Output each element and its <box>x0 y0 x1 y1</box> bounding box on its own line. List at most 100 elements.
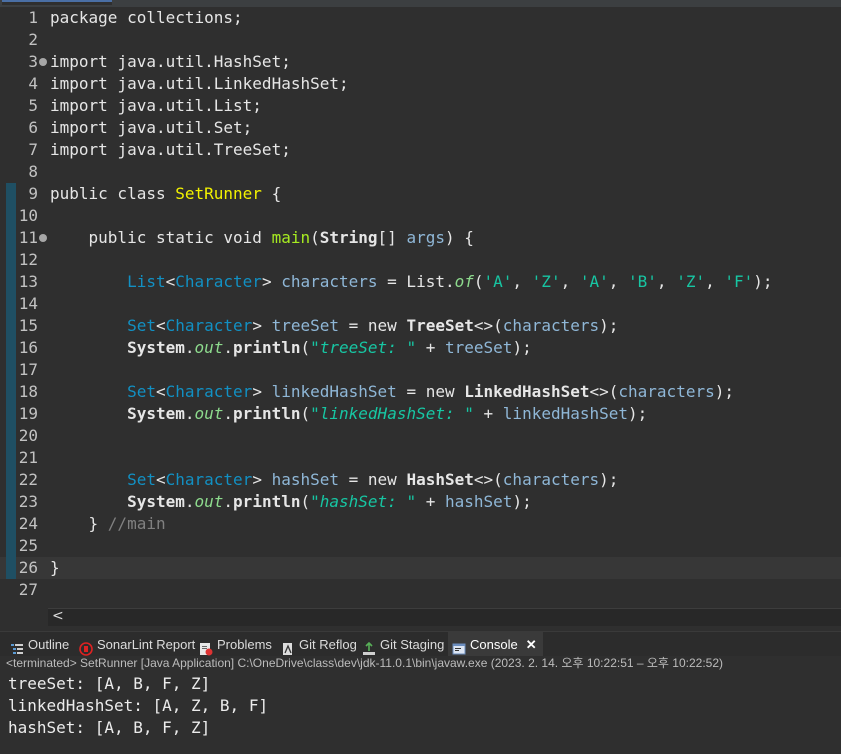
code-token: ( <box>310 228 320 247</box>
tab-console[interactable]: Console ✕ <box>448 632 543 657</box>
code-line[interactable]: 14 <box>0 293 841 315</box>
problems-icon <box>199 639 213 656</box>
code-token: > <box>252 470 272 489</box>
view-tab-bar: Outline SonarLint Report Problems Git Reflo… <box>0 631 841 657</box>
code-token: out <box>194 338 224 357</box>
code-token: System <box>127 338 185 357</box>
code-token: 'F' <box>724 272 754 291</box>
code-token: < <box>165 272 176 291</box>
tab-git-reflog[interactable]: Git Reflog <box>281 632 357 657</box>
code-line[interactable]: 7 import java.util.TreeSet; <box>0 139 841 161</box>
code-line[interactable]: 18 Set<Character> linkedHashSet = new Li… <box>0 381 841 403</box>
outline-icon <box>10 639 24 654</box>
code-token: 'Z' <box>676 272 706 291</box>
code-line[interactable]: 12 <box>0 249 841 271</box>
code-line[interactable]: 27 <box>0 579 841 601</box>
close-icon[interactable]: ✕ <box>526 637 537 652</box>
tab-sonarlint[interactable]: SonarLint Report <box>79 632 195 657</box>
line-number: 20 <box>18 426 38 445</box>
code-line[interactable]: 6 import java.util.Set; <box>0 117 841 139</box>
code-token: Character <box>175 272 262 291</box>
code-line[interactable]: 8 <box>0 161 841 183</box>
code-text: System.out.println("linkedHashSet: " + l… <box>50 403 647 425</box>
code-token: import <box>50 140 118 159</box>
editor-tab[interactable] <box>2 0 112 5</box>
code-line[interactable]: 15 Set<Character> treeSet = new TreeSet<… <box>0 315 841 337</box>
line-number: 5 <box>28 96 38 115</box>
code-line[interactable]: 13 List<Character> characters = List.of(… <box>0 271 841 293</box>
code-line[interactable]: 25 <box>0 535 841 557</box>
code-token: 'B' <box>628 272 657 291</box>
code-token: . <box>184 492 195 511</box>
code-token: + <box>416 492 445 511</box>
code-line[interactable]: 20 <box>0 425 841 447</box>
code-text: import java.util.Set; <box>50 117 252 139</box>
code-line[interactable]: 17 <box>0 359 841 381</box>
code-token: < <box>155 382 166 401</box>
code-editor[interactable]: 1 package collections; 2 3 import java.util.… <box>0 7 841 608</box>
code-line[interactable]: 11 public static void main(String[] args… <box>0 227 841 249</box>
code-token: package <box>50 8 128 27</box>
line-number: 27 <box>18 580 38 599</box>
tab-label: SonarLint Report <box>97 637 196 652</box>
code-line[interactable]: 16 System.out.println("treeSet: " + tree… <box>0 337 841 359</box>
fold-toggle-icon[interactable] <box>39 58 47 66</box>
line-number: 1 <box>28 8 38 27</box>
code-token: Character <box>165 382 253 401</box>
code-token: 'A' <box>483 272 513 291</box>
code-line[interactable]: 19 System.out.println("linkedHashSet: " … <box>0 403 841 425</box>
code-line[interactable]: 5 import java.util.List; <box>0 95 841 117</box>
code-token: String <box>319 228 378 247</box>
code-token: + <box>473 404 503 423</box>
tab-problems[interactable]: Problems <box>199 632 272 657</box>
code-token: Character <box>165 316 253 335</box>
horizontal-scrollbar[interactable]: < <box>48 608 841 626</box>
code-line[interactable]: 22 Set<Character> hashSet = new HashSet<… <box>0 469 841 491</box>
code-token: < <box>155 316 166 335</box>
code-token: <>( <box>473 316 503 335</box>
code-token: = new <box>339 470 407 489</box>
console-view: <terminated> SetRunner [Java Application… <box>0 656 841 754</box>
code-token: import <box>50 118 118 137</box>
tab-label: Git Staging <box>380 637 445 652</box>
code-token: 'A' <box>579 272 609 291</box>
code-token: Set <box>127 382 156 401</box>
scroll-left-icon[interactable]: < <box>52 608 64 624</box>
code-token: = new <box>339 316 407 335</box>
code-line[interactable]: 4 import java.util.LinkedHashSet; <box>0 73 841 95</box>
code-token: ); <box>512 338 532 357</box>
tab-outline[interactable]: Outline <box>10 632 69 657</box>
tab-label: Git Reflog <box>299 637 357 652</box>
code-line[interactable]: 2 <box>0 29 841 51</box>
code-token: out <box>194 492 224 511</box>
code-token: ); <box>599 316 619 335</box>
tab-git-staging[interactable]: Git Staging <box>362 632 444 657</box>
code-line[interactable]: 1 package collections; <box>0 7 841 29</box>
code-token: . <box>223 338 234 357</box>
code-token: ( <box>300 492 311 511</box>
code-line[interactable]: 21 <box>0 447 841 469</box>
code-line[interactable]: 26} <box>0 557 841 579</box>
code-token: > <box>261 272 282 291</box>
code-line[interactable]: 3 import java.util.HashSet; <box>0 51 841 73</box>
code-text: } //main <box>50 513 166 535</box>
code-line[interactable]: 23 System.out.println("hashSet: " + hash… <box>0 491 841 513</box>
code-token: treeSet <box>445 338 513 357</box>
code-token: "hashSet: " <box>310 492 417 511</box>
line-number: 23 <box>18 492 38 511</box>
code-token: HashSet <box>406 470 474 489</box>
fold-toggle-icon[interactable] <box>39 234 47 242</box>
code-token: ( <box>473 272 484 291</box>
code-token: "linkedHashSet: " <box>310 404 474 423</box>
code-line[interactable]: 24 } //main <box>0 513 841 535</box>
code-text: public class SetRunner { <box>50 183 281 205</box>
code-text: List<Character> characters = List.of('A'… <box>50 271 772 293</box>
change-rail-marker <box>6 337 16 359</box>
change-rail-marker <box>6 447 16 469</box>
code-line[interactable]: 9 public class SetRunner { <box>0 183 841 205</box>
code-line[interactable]: 10 <box>0 205 841 227</box>
